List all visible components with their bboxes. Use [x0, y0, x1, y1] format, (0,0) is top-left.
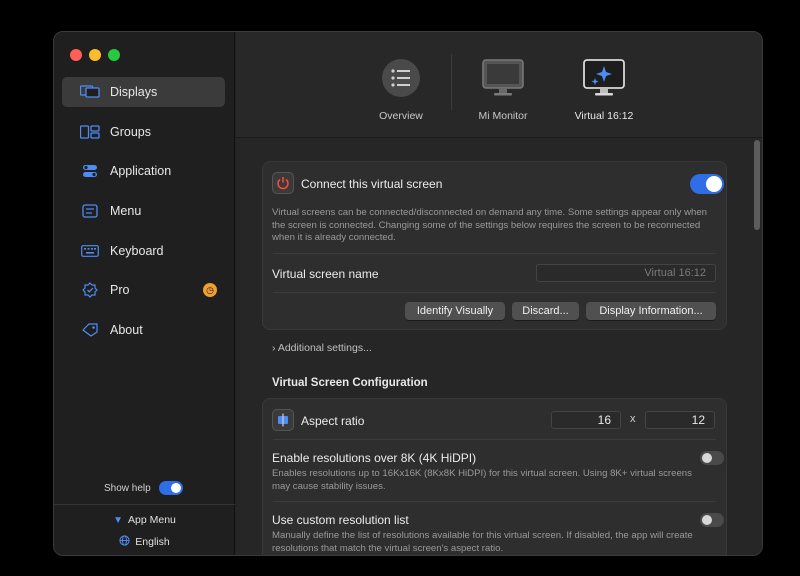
- sidebar-nav: Displays Groups Application Menu Keyboar…: [62, 77, 225, 355]
- divider: [273, 292, 716, 293]
- over-8k-description: Enables resolutions up to 16Kx16K (8Kx8K…: [272, 468, 692, 492]
- custom-resolution-toggle[interactable]: [700, 513, 724, 527]
- content-scrollbar[interactable]: [754, 140, 760, 230]
- screen-name-label: Virtual screen name: [272, 267, 379, 281]
- connect-card: Connect this virtual screen Virtual scre…: [262, 161, 727, 330]
- display-toolbar: Overview Mi Monitor Virtual 16:12: [236, 32, 762, 138]
- language-link[interactable]: English: [54, 533, 235, 551]
- connect-toggle[interactable]: [690, 174, 724, 194]
- chevron-right-icon: ›: [272, 342, 276, 354]
- divider: [273, 253, 716, 254]
- sidebar-item-label: Groups: [110, 124, 151, 139]
- divider: [273, 501, 716, 502]
- sidebar-item-menu[interactable]: Menu: [62, 196, 225, 226]
- additional-settings-label: Additional settings...: [277, 342, 372, 354]
- app-menu-link[interactable]: ▼ App Menu: [54, 511, 235, 529]
- tab-virtual-16-12[interactable]: Virtual 16:12: [554, 56, 654, 122]
- tab-mi-monitor[interactable]: Mi Monitor: [453, 56, 553, 122]
- window-controls: [70, 49, 120, 61]
- over-8k-title: Enable resolutions over 8K (4K HiDPI): [272, 451, 477, 465]
- show-help-label: Show help: [104, 482, 151, 494]
- application-icon: [80, 163, 100, 179]
- tab-overview[interactable]: Overview: [351, 56, 451, 122]
- connect-title: Connect this virtual screen: [301, 177, 443, 191]
- minimize-window-button[interactable]: [89, 49, 101, 61]
- sidebar-item-keyboard[interactable]: Keyboard: [62, 236, 225, 266]
- aspect-height-input[interactable]: 12: [645, 411, 715, 429]
- section-heading: Virtual Screen Configuration: [272, 377, 428, 389]
- sidebar-item-label: Keyboard: [110, 243, 164, 258]
- aspect-ratio-icon: [272, 409, 294, 431]
- sidebar-item-label: Application: [110, 164, 172, 179]
- groups-icon: [80, 124, 100, 140]
- sidebar-item-label: About: [110, 323, 143, 338]
- toolbar-separator: [451, 54, 452, 110]
- show-help-toggle[interactable]: [158, 481, 183, 495]
- power-icon: [272, 172, 294, 194]
- tab-mi-monitor-label: Mi Monitor: [478, 110, 528, 122]
- config-card: Aspect ratio 16 x 12 Enable resolutions …: [262, 398, 727, 555]
- monitor-icon: [453, 56, 553, 100]
- overview-list-icon: [351, 56, 451, 100]
- app-menu-icon: ▼: [113, 514, 124, 526]
- show-help-row: Show help: [104, 481, 183, 495]
- language-label: English: [135, 536, 170, 548]
- close-window-button[interactable]: [70, 49, 82, 61]
- sidebar-item-label: Menu: [110, 204, 142, 219]
- sidebar-item-application[interactable]: Application: [62, 156, 225, 186]
- displays-icon: [80, 84, 100, 100]
- additional-settings-disclosure[interactable]: › Additional settings...: [272, 342, 372, 354]
- tab-overview-label: Overview: [379, 110, 423, 122]
- custom-resolution-description: Manually define the list of resolutions …: [272, 530, 693, 554]
- sidebar-item-pro[interactable]: Pro ◷: [62, 275, 225, 305]
- aspect-ratio-label: Aspect ratio: [301, 414, 365, 428]
- sidebar-item-groups[interactable]: Groups: [62, 117, 225, 147]
- about-icon: [80, 322, 100, 338]
- tab-virtual-label: Virtual 16:12: [574, 110, 634, 122]
- custom-resolution-title: Use custom resolution list: [272, 513, 409, 527]
- discard-button[interactable]: Discard...: [512, 302, 579, 320]
- zoom-window-button[interactable]: [108, 49, 120, 61]
- connect-description: Virtual screens can be connected/disconn…: [272, 207, 708, 243]
- app-window: Displays Groups Application Menu Keyboar…: [53, 31, 763, 556]
- pro-icon: [80, 282, 100, 299]
- virtual-monitor-sparkle-icon: [554, 56, 654, 100]
- sidebar-item-about[interactable]: About: [62, 315, 225, 345]
- sidebar-item-displays[interactable]: Displays: [62, 77, 225, 107]
- pro-clock-badge-icon: ◷: [203, 283, 217, 298]
- screen-name-input[interactable]: Virtual 16:12: [536, 264, 716, 282]
- display-information-button[interactable]: Display Information...: [586, 302, 716, 320]
- app-menu-label: App Menu: [128, 514, 176, 526]
- main-pane: Overview Mi Monitor Virtual 16:12 Connec…: [236, 32, 762, 555]
- divider: [273, 439, 716, 440]
- sidebar-item-label: Displays: [110, 85, 158, 99]
- sidebar-item-label: Pro: [110, 283, 130, 298]
- globe-icon: [119, 535, 130, 549]
- keyboard-icon: [80, 243, 100, 259]
- over-8k-toggle[interactable]: [700, 451, 724, 465]
- identify-visually-button[interactable]: Identify Visually: [405, 302, 505, 320]
- sidebar: Displays Groups Application Menu Keyboar…: [54, 32, 235, 555]
- sidebar-footer: ▼ App Menu English: [54, 504, 235, 555]
- aspect-separator: x: [630, 413, 636, 425]
- menu-icon: [80, 203, 100, 219]
- aspect-width-input[interactable]: 16: [551, 411, 621, 429]
